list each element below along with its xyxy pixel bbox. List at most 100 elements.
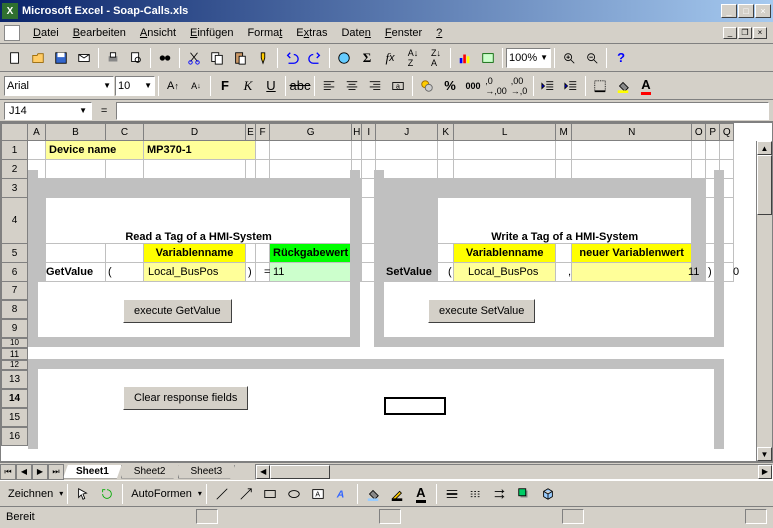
decrease-indent-button[interactable] — [537, 75, 559, 97]
zoom-in-button[interactable] — [558, 47, 580, 69]
draw-menu[interactable]: Zeichnen — [4, 488, 57, 500]
cell-q3[interactable] — [720, 179, 734, 198]
bold-button[interactable]: F — [214, 75, 236, 97]
clear-response-button[interactable]: Clear response fields — [123, 386, 248, 410]
row-header-8[interactable]: 8 — [1, 300, 28, 319]
cell-j3[interactable] — [376, 179, 706, 198]
redo-button[interactable] — [304, 47, 326, 69]
cell-q1[interactable] — [720, 141, 734, 160]
line-button[interactable] — [211, 483, 233, 505]
help-button[interactable]: ? — [610, 47, 632, 69]
cell-a5[interactable] — [28, 244, 46, 263]
setvalue-label[interactable]: SetValue — [386, 266, 432, 278]
underline-button[interactable]: U — [260, 75, 282, 97]
row-header-5[interactable]: 5 — [2, 244, 28, 263]
menu-datei[interactable]: Datei — [26, 25, 66, 41]
chart-button[interactable] — [454, 47, 476, 69]
write-value[interactable]: 11 — [688, 266, 699, 278]
cell-return-hdr[interactable]: Rückgabewert — [270, 244, 352, 263]
cell-k2[interactable] — [438, 160, 454, 179]
execute-getvalue-button[interactable]: execute GetValue — [123, 299, 232, 323]
cell-a6[interactable] — [28, 263, 46, 282]
zoom-out-button[interactable] — [581, 47, 603, 69]
cell-j4-border[interactable] — [376, 198, 438, 244]
fx-button[interactable]: = — [94, 102, 114, 120]
cell-o4[interactable] — [692, 198, 706, 244]
col-header-i[interactable]: I — [362, 124, 376, 141]
select-objects-button[interactable] — [72, 483, 94, 505]
cell-p6[interactable] — [706, 263, 720, 282]
paste-button[interactable] — [229, 47, 251, 69]
font-size-combo[interactable]: 10▼ — [115, 76, 155, 96]
cell-g5b[interactable]: 11 — [270, 263, 352, 282]
cell-i2[interactable] — [362, 160, 376, 179]
undo-button[interactable] — [281, 47, 303, 69]
cell-write-title[interactable]: Write a Tag of a HMI-System — [438, 198, 692, 244]
scroll-thumb-v[interactable] — [757, 155, 772, 215]
sheet-tab-3[interactable]: Sheet3 — [178, 465, 236, 479]
save-button[interactable] — [50, 47, 72, 69]
cell-a2[interactable] — [28, 160, 46, 179]
col-header-k[interactable]: K — [438, 124, 454, 141]
map-button[interactable] — [477, 47, 499, 69]
strike-button[interactable]: abc — [289, 75, 311, 97]
percent-button[interactable]: % — [439, 75, 461, 97]
col-header-n[interactable]: N — [572, 124, 692, 141]
3d-button[interactable] — [537, 483, 559, 505]
sort-asc-button[interactable]: A↓Z — [402, 47, 424, 69]
cell-a1[interactable] — [28, 141, 46, 160]
cell-f6[interactable] — [256, 263, 270, 282]
cell-p3[interactable] — [706, 179, 720, 198]
col-header-p[interactable]: P — [706, 124, 720, 141]
row-header-1[interactable]: 1 — [2, 141, 28, 160]
wordart-button[interactable]: A — [331, 483, 353, 505]
scroll-right-button[interactable]: ▶ — [758, 465, 772, 479]
scroll-left-button[interactable]: ◀ — [256, 465, 270, 479]
cell-n6[interactable] — [572, 263, 692, 282]
cell-o1[interactable] — [692, 141, 706, 160]
decrease-font-button[interactable]: A↓ — [185, 75, 207, 97]
cell-varname-hdr-read[interactable]: Variablenname — [144, 244, 246, 263]
cell-newval-hdr[interactable]: neuer Variablenwert — [572, 244, 692, 263]
hyperlink-button[interactable] — [333, 47, 355, 69]
borders-button[interactable] — [589, 75, 611, 97]
menu-daten[interactable]: Daten — [334, 25, 377, 41]
italic-button[interactable]: K — [237, 75, 259, 97]
cell-i4[interactable] — [362, 198, 376, 244]
cell-q2[interactable] — [720, 160, 734, 179]
cell-m5[interactable] — [556, 244, 572, 263]
col-header-m[interactable]: M — [556, 124, 572, 141]
cell-p2[interactable] — [706, 160, 720, 179]
cell-k1[interactable] — [438, 141, 454, 160]
row-header-10[interactable]: 10 — [1, 338, 28, 348]
textbox-button[interactable]: A — [307, 483, 329, 505]
cut-button[interactable] — [183, 47, 205, 69]
cell-a3[interactable] — [28, 179, 362, 198]
email-button[interactable] — [73, 47, 95, 69]
cell-b5[interactable] — [46, 244, 106, 263]
cell-o2[interactable] — [692, 160, 706, 179]
cell-i6[interactable] — [362, 263, 376, 282]
cell-e2[interactable] — [246, 160, 256, 179]
row-header-12[interactable]: 12 — [1, 360, 28, 370]
format-painter-button[interactable] — [252, 47, 274, 69]
align-right-button[interactable] — [364, 75, 386, 97]
cell-e5[interactable] — [246, 244, 256, 263]
cell-read-title[interactable]: Read a Tag of a HMI-System — [46, 198, 352, 244]
write-var-value[interactable]: Local_BusPos — [468, 266, 538, 278]
cell-p1[interactable] — [706, 141, 720, 160]
row-header-3[interactable]: 3 — [2, 179, 28, 198]
menu-format[interactable]: Format — [240, 25, 289, 41]
cell-c2[interactable] — [106, 160, 144, 179]
active-cell-j14[interactable] — [384, 397, 446, 415]
decrease-decimal-button[interactable]: ,00→,0 — [508, 75, 530, 97]
row-header-14[interactable]: 14 — [1, 389, 28, 408]
new-button[interactable] — [4, 47, 26, 69]
line-color-button[interactable] — [386, 483, 408, 505]
cell-q4[interactable] — [720, 198, 734, 244]
mdi-restore-button[interactable]: ❐ — [738, 27, 752, 39]
horizontal-scrollbar[interactable]: ◀ ▶ — [255, 464, 773, 480]
cell-f5[interactable] — [256, 244, 270, 263]
select-all-corner[interactable] — [2, 124, 28, 141]
close-button[interactable]: × — [755, 4, 771, 18]
